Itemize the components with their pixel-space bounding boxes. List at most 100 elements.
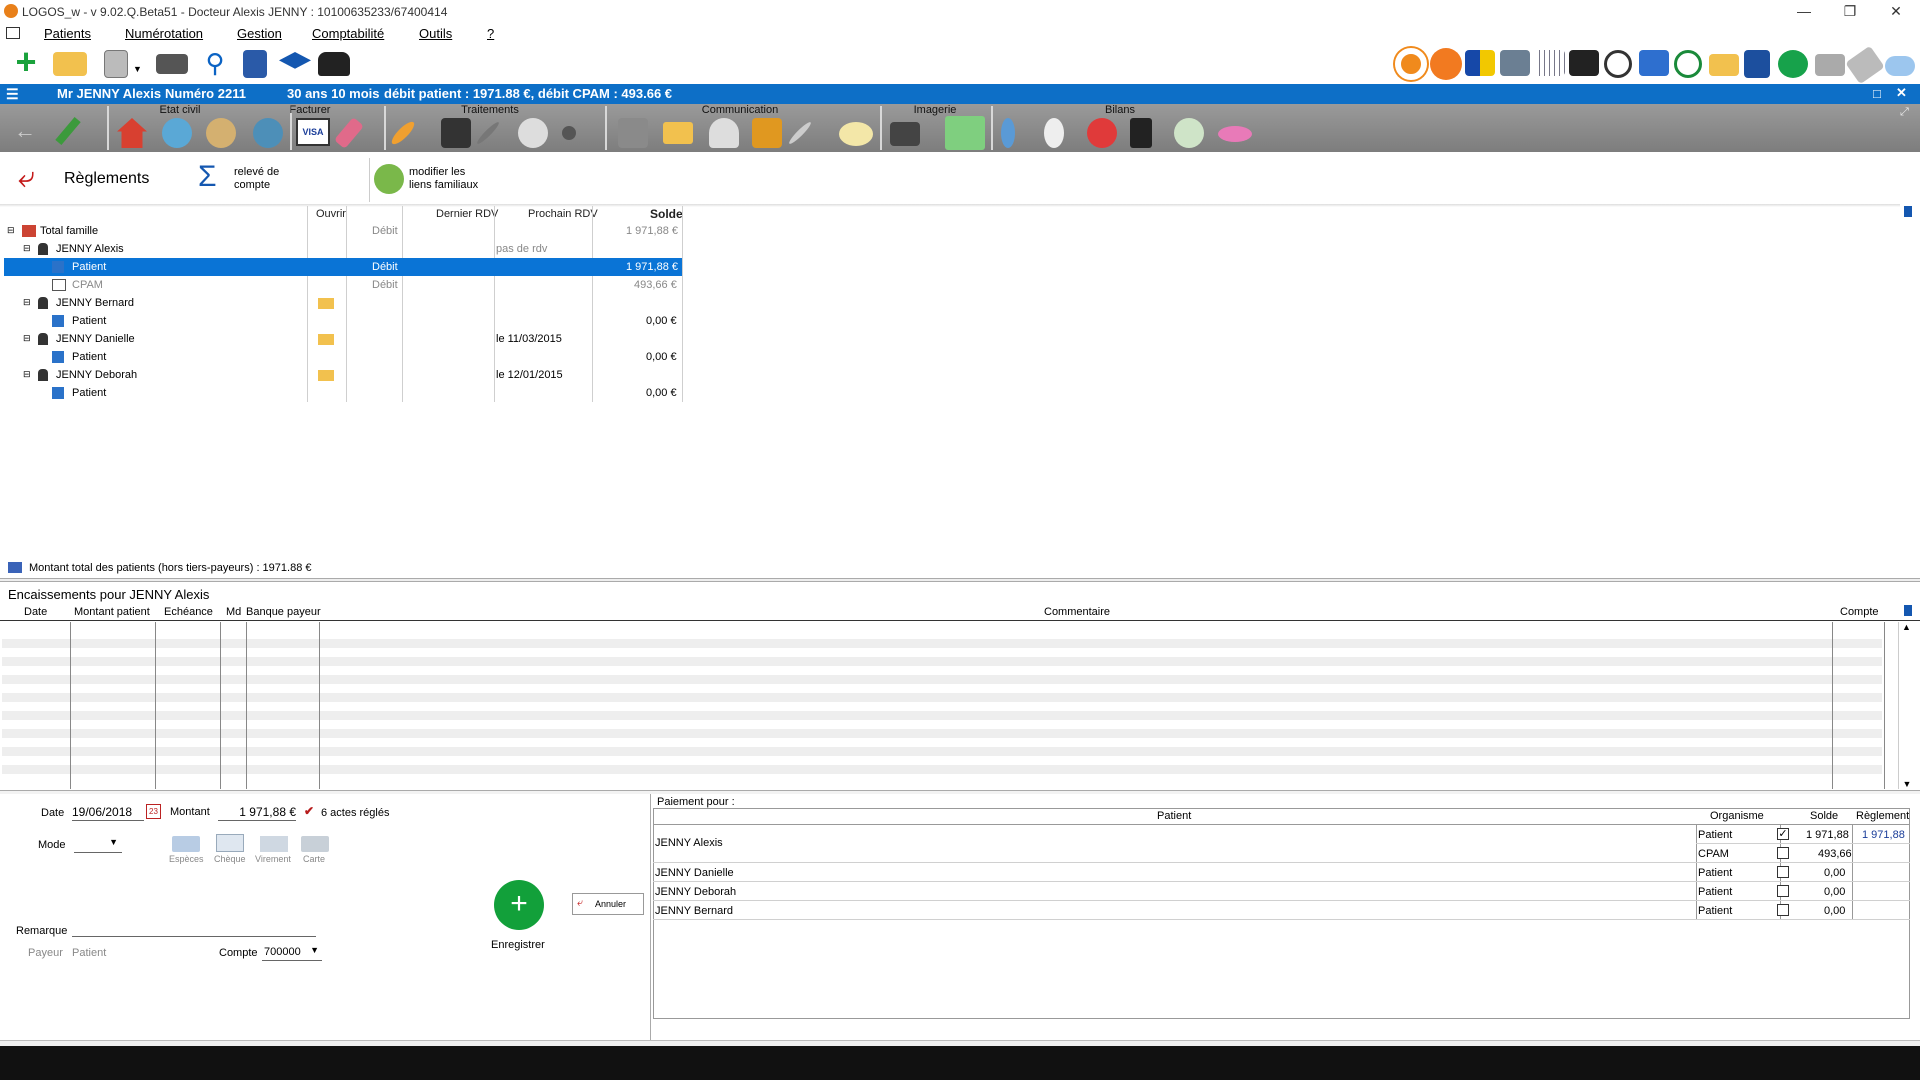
date-field[interactable] <box>72 803 144 821</box>
carte-icon[interactable] <box>301 836 329 852</box>
row-jenny-danielle[interactable]: ⊟ JENNY Danielle le 11/03/2015 <box>4 330 682 348</box>
menu-comptabilite[interactable]: Comptabilité <box>312 26 384 41</box>
cheque-icon[interactable] <box>216 834 244 852</box>
collapse-icon[interactable]: ⊟ <box>23 297 31 308</box>
row-deborah-patient[interactable]: Patient 0,00 € <box>4 384 682 402</box>
tooth-white-icon[interactable] <box>1044 118 1064 148</box>
expand-icon[interactable]: ⤢ <box>1900 106 1909 119</box>
especes-icon[interactable] <box>172 836 200 852</box>
book-icon[interactable] <box>243 50 267 78</box>
phone-icon[interactable] <box>318 52 350 76</box>
tooth-icon[interactable] <box>518 118 548 148</box>
remarque-field[interactable] <box>72 921 316 937</box>
menu-gestion[interactable]: Gestion <box>237 26 282 41</box>
pay-checkbox[interactable] <box>1777 847 1789 859</box>
mode-select[interactable]: ▼ <box>74 835 122 853</box>
printer-icon[interactable] <box>1815 54 1845 76</box>
row-jenny-alexis[interactable]: ⊟ JENNY Alexis pas de rdv <box>4 240 682 258</box>
home-icon[interactable] <box>117 118 147 148</box>
tablet-icon[interactable] <box>1130 118 1152 148</box>
trash-icon[interactable] <box>1904 605 1912 616</box>
close-button[interactable]: ✕ <box>1873 0 1919 24</box>
eraser-icon[interactable] <box>333 117 365 149</box>
menu-outils[interactable]: Outils <box>419 26 452 41</box>
graduation-cap-icon[interactable] <box>279 52 311 69</box>
pay-checkbox[interactable]: ✓ <box>1777 828 1789 840</box>
pencil-icon[interactable] <box>55 116 81 146</box>
mode-carte[interactable]: Carte <box>303 854 325 864</box>
releve-compte-button[interactable]: relevé de compte <box>234 166 279 192</box>
mailbox-icon[interactable] <box>618 118 648 148</box>
restore-button[interactable]: ❐ <box>1827 0 1873 24</box>
mode-especes[interactable]: Espèces <box>169 854 204 864</box>
modifier-liens-button[interactable]: modifier les liens familiaux <box>409 166 478 192</box>
search-icon[interactable]: ⚲ <box>199 48 231 80</box>
magic-wand-icon[interactable] <box>787 120 813 146</box>
collapse-icon[interactable]: ⊟ <box>23 333 31 344</box>
row-danielle-patient[interactable]: Patient 0,00 € <box>4 348 682 366</box>
monitor-icon[interactable] <box>1500 50 1530 76</box>
xray-icon[interactable] <box>1569 50 1599 76</box>
row-jenny-deborah[interactable]: ⊟ JENNY Deborah le 12/01/2015 <box>4 366 682 384</box>
pay-row-bernard[interactable]: JENNY Bernard Patient 0,00 <box>653 901 1910 920</box>
scroll-down-icon[interactable]: ▼ <box>1899 779 1915 789</box>
cd-icon[interactable] <box>206 118 236 148</box>
stopwatch-icon[interactable] <box>1604 50 1632 78</box>
scrollbar[interactable]: ▲ ▼ <box>1898 622 1914 789</box>
calendar-grid-icon[interactable] <box>1535 50 1565 76</box>
tooth-orange-icon[interactable] <box>1430 48 1462 80</box>
tag-icon[interactable] <box>1845 45 1885 85</box>
family-icon[interactable] <box>162 118 192 148</box>
scalpel-icon[interactable] <box>475 120 501 146</box>
menu-numerotation[interactable]: Numérotation <box>125 26 203 41</box>
lips-icon[interactable] <box>1218 126 1252 142</box>
ear-icon[interactable] <box>1174 118 1204 148</box>
cloud-icon[interactable] <box>1885 56 1915 76</box>
close-panel-icon[interactable]: ✕ <box>1896 85 1907 101</box>
hamburger-menu-icon[interactable]: ☰ <box>6 86 19 103</box>
camera-icon[interactable] <box>890 122 920 146</box>
worker-icon[interactable] <box>441 118 471 148</box>
menu-help[interactable]: ? <box>487 26 494 41</box>
menu-patients[interactable]: Patients <box>44 26 91 41</box>
maximize-panel-icon[interactable]: □ <box>1873 86 1881 101</box>
minimize-button[interactable]: — <box>1781 0 1827 24</box>
mode-cheque[interactable]: Chèque <box>214 854 246 864</box>
back-red-arrow-icon[interactable]: ⤶ <box>18 163 35 193</box>
sigma-icon[interactable]: Σ <box>198 162 217 192</box>
pay-checkbox[interactable] <box>1777 885 1789 897</box>
pay-row-danielle[interactable]: JENNY Danielle Patient 0,00 <box>653 863 1910 882</box>
virement-icon[interactable] <box>260 836 288 852</box>
lifebuoy-icon[interactable] <box>1395 48 1427 80</box>
pay-row-deborah[interactable]: JENNY Deborah Patient 0,00 <box>653 882 1910 901</box>
mode-virement[interactable]: Virement <box>255 854 291 864</box>
row-bernard-patient[interactable]: Patient 0,00 € <box>4 312 682 330</box>
sms-icon[interactable] <box>1778 50 1808 78</box>
row-jenny-bernard[interactable]: ⊟ JENNY Bernard <box>4 294 682 312</box>
mail-at-icon[interactable] <box>1709 54 1739 76</box>
annuler-button[interactable]: ⤶ Annuler <box>572 893 644 915</box>
compte-select[interactable]: 700000 ▼ <box>262 943 322 961</box>
palette-icon[interactable] <box>1465 50 1495 76</box>
window-menu-icon[interactable] <box>6 27 20 39</box>
pay-row-alexis-patient[interactable]: Patient ✓ 1 971,88 1 971,88 <box>1696 825 1910 844</box>
row-alexis-cpam[interactable]: CPAM Débit 493,66 € <box>4 276 682 294</box>
email-at-icon[interactable] <box>663 122 693 144</box>
montant-field[interactable] <box>218 803 296 821</box>
row-alexis-patient[interactable]: Patient Débit 1 971,88 € <box>4 258 682 276</box>
headset-icon[interactable] <box>1674 50 1702 78</box>
dots-icon[interactable] <box>562 126 576 140</box>
bell-icon[interactable] <box>709 118 739 148</box>
calendar-icon[interactable]: 23 <box>146 804 161 819</box>
collapse-icon[interactable]: ⊟ <box>23 243 31 254</box>
globe-icon[interactable] <box>253 118 283 148</box>
open-folder-small-icon[interactable] <box>318 334 334 345</box>
open-folder-small-icon[interactable] <box>318 298 334 309</box>
dental-mirror-icon[interactable] <box>1001 118 1015 148</box>
scroll-up-icon[interactable]: ▲ <box>1899 622 1914 632</box>
camera-active-icon[interactable] <box>945 116 985 150</box>
list-icon[interactable] <box>104 50 128 78</box>
speech-bubble-icon[interactable] <box>839 122 873 146</box>
row-total-famille[interactable]: ⊟ Total famille Débit 1 971,88 € <box>4 222 682 240</box>
keyboard-icon[interactable] <box>156 54 188 74</box>
